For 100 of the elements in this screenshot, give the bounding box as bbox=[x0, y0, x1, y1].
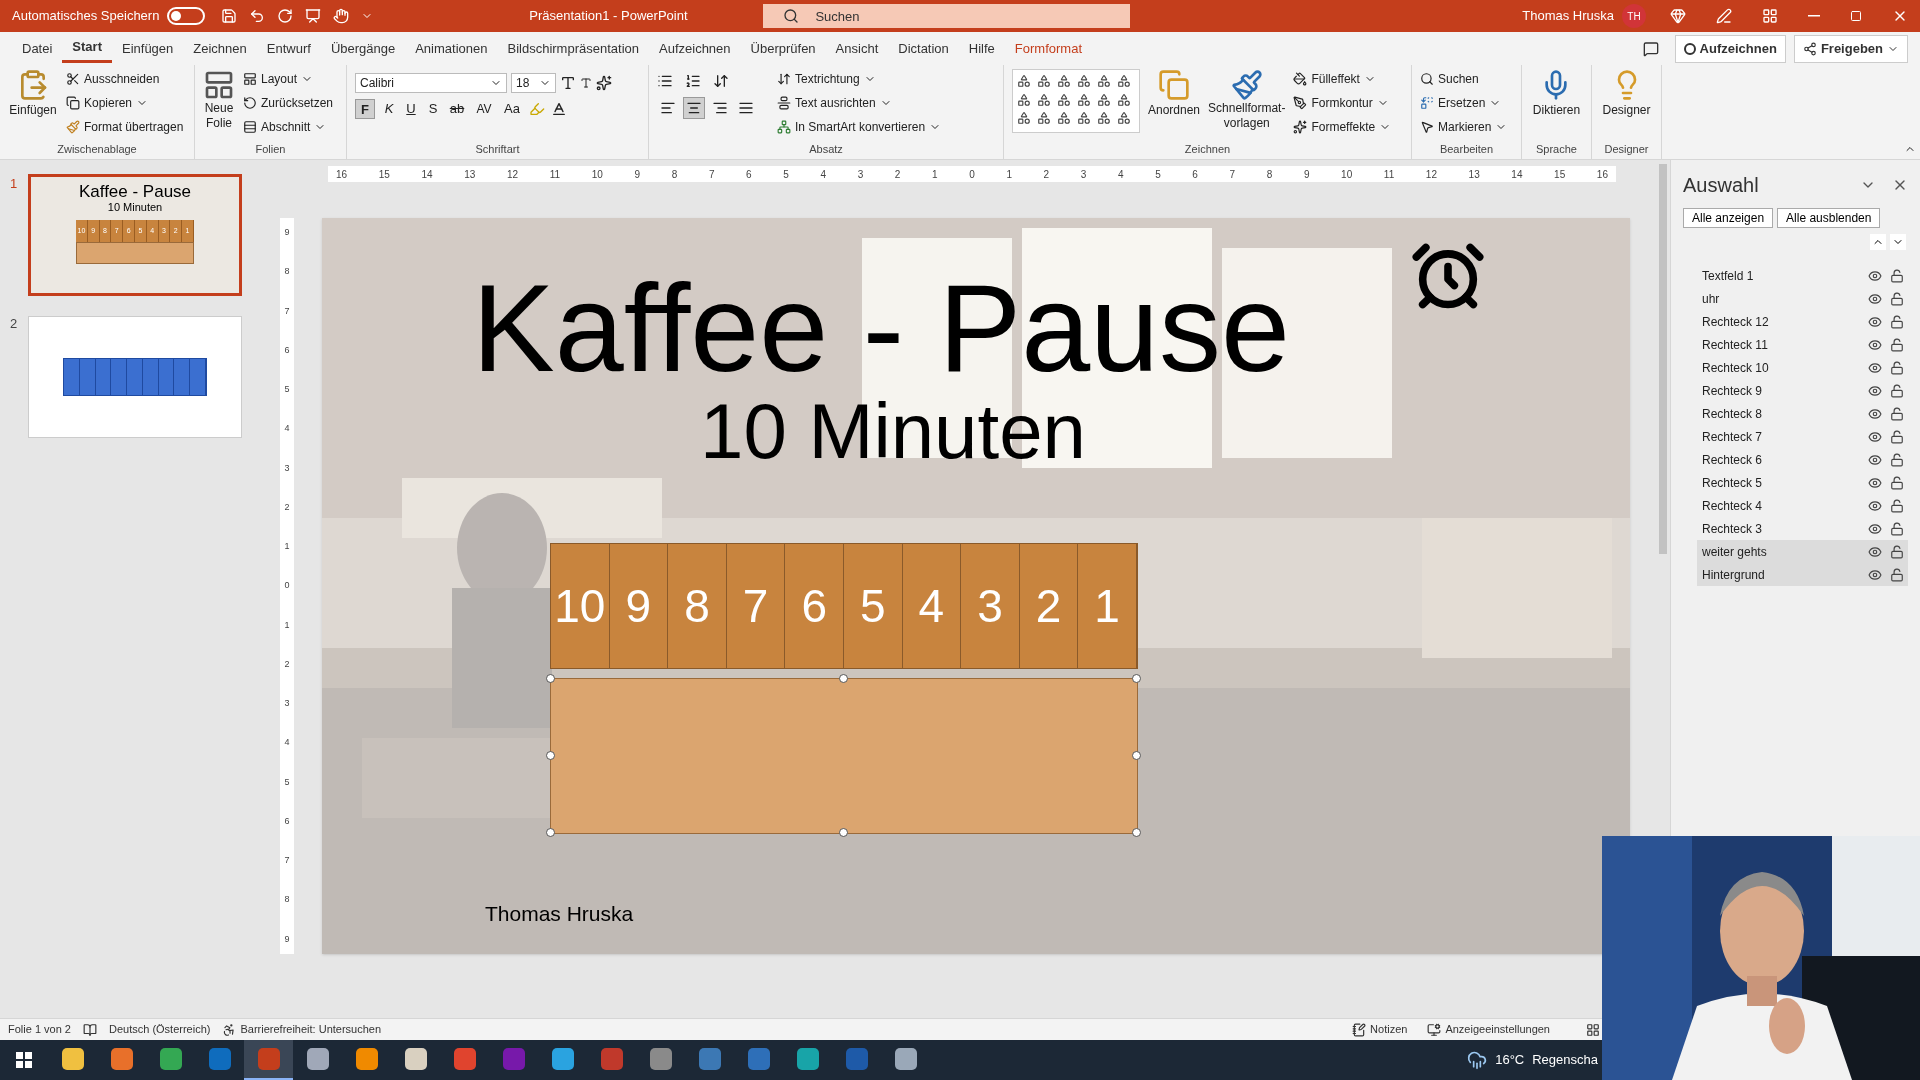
ribbon-button[interactable]: Kopieren bbox=[66, 93, 184, 113]
shape-icon[interactable] bbox=[1057, 74, 1071, 88]
ribbon-button[interactable]: Format übertragen bbox=[66, 117, 184, 137]
shape-icon[interactable] bbox=[1097, 74, 1111, 88]
shape-icon[interactable] bbox=[1077, 111, 1091, 126]
notes-button[interactable]: Notizen bbox=[1352, 1021, 1408, 1038]
ribbon-button[interactable]: Layout bbox=[243, 69, 334, 89]
selection-item[interactable]: Rechteck 7 bbox=[1697, 425, 1908, 448]
selection-item[interactable]: Hintergrund bbox=[1697, 563, 1908, 586]
selection-item[interactable]: Textfeld 1 bbox=[1697, 264, 1908, 287]
slide-thumbnail[interactable] bbox=[28, 316, 242, 438]
shape-icon[interactable] bbox=[1017, 111, 1031, 126]
taskbar-app[interactable] bbox=[244, 1040, 293, 1080]
selection-item[interactable]: uhr bbox=[1697, 287, 1908, 310]
shape-icon[interactable] bbox=[1037, 111, 1051, 126]
ribbon-button[interactable]: Markieren bbox=[1420, 117, 1508, 137]
shape-icon[interactable] bbox=[1037, 92, 1051, 107]
designer-button[interactable]: Designer bbox=[1602, 69, 1651, 119]
dictate-button[interactable]: Diktieren bbox=[1532, 69, 1581, 119]
move-up-button[interactable] bbox=[1870, 234, 1886, 250]
italic-button[interactable]: K bbox=[381, 99, 397, 119]
shape-icon[interactable] bbox=[1117, 111, 1131, 126]
menu-tab[interactable]: Dictation bbox=[888, 34, 959, 63]
ribbon-button[interactable]: Ausschneiden bbox=[66, 69, 184, 89]
spacing-button[interactable]: AV bbox=[473, 100, 495, 118]
menu-tab[interactable]: Zeichnen bbox=[183, 34, 257, 63]
shapes-gallery[interactable] bbox=[1012, 69, 1140, 133]
arrange-button[interactable]: Anordnen bbox=[1148, 69, 1201, 119]
selection-item[interactable]: Rechteck 6 bbox=[1697, 448, 1908, 471]
pane-button[interactable]: Alle ausblenden bbox=[1777, 208, 1881, 228]
ribbon-button[interactable]: In SmartArt konvertieren bbox=[777, 117, 942, 137]
bold-button[interactable]: F bbox=[355, 99, 375, 119]
strikethrough-button[interactable]: ab bbox=[447, 99, 467, 119]
shape-icon[interactable] bbox=[1057, 111, 1071, 126]
underline-button[interactable]: U bbox=[403, 99, 419, 119]
selection-item[interactable]: Rechteck 9 bbox=[1697, 379, 1908, 402]
font-name-field[interactable]: Calibri bbox=[355, 73, 507, 93]
reset-icon bbox=[243, 96, 257, 110]
ribbon-button[interactable]: Textrichtung bbox=[777, 69, 942, 89]
user-avatar[interactable]: TH bbox=[1622, 4, 1646, 28]
eye-icon bbox=[1868, 544, 1882, 559]
selection-item[interactable]: Rechteck 10 bbox=[1697, 356, 1908, 379]
shape-icon[interactable] bbox=[1017, 92, 1031, 107]
group-label: Zeichnen bbox=[1183, 141, 1232, 157]
selection-item[interactable]: Rechteck 3 bbox=[1697, 517, 1908, 540]
ribbon-button[interactable]: Abschnitt bbox=[243, 117, 334, 137]
selection-item[interactable]: Rechteck 5 bbox=[1697, 471, 1908, 494]
ribbon-button[interactable]: Suchen bbox=[1420, 69, 1508, 89]
pane-button[interactable]: Alle anzeigen bbox=[1683, 208, 1774, 228]
ribbon-button[interactable]: Zurücksetzen bbox=[243, 93, 334, 113]
ribbon-button[interactable]: Fülleffekt bbox=[1293, 69, 1392, 89]
menu-tab[interactable]: Einfügen bbox=[112, 34, 184, 63]
selection-item[interactable]: Rechteck 4 bbox=[1697, 494, 1908, 517]
menu-tab[interactable]: Animationen bbox=[405, 34, 498, 63]
ribbon-button[interactable]: Formeffekte bbox=[1293, 117, 1392, 137]
scrollbar-thumb[interactable] bbox=[1659, 164, 1667, 554]
share-button[interactable]: Freigeben bbox=[1793, 34, 1908, 63]
shape-icon[interactable] bbox=[1077, 74, 1091, 88]
shape-icon[interactable] bbox=[1097, 92, 1111, 107]
paste-button[interactable]: Einfügen bbox=[8, 69, 58, 119]
align-button[interactable] bbox=[683, 97, 705, 119]
search-field[interactable]: Suchen bbox=[763, 4, 1131, 28]
selection-item[interactable]: Rechteck 11 bbox=[1697, 333, 1908, 356]
ribbon-button[interactable]: Ersetzen bbox=[1420, 93, 1508, 113]
font-size-field[interactable]: 18 bbox=[511, 73, 556, 93]
new-slide-button[interactable]: Neue Folie bbox=[203, 69, 235, 131]
shape-icon[interactable] bbox=[1037, 74, 1051, 88]
menu-tab[interactable]: Entwurf bbox=[256, 34, 321, 63]
menu-tab[interactable]: Start bbox=[62, 34, 112, 63]
menu-tab[interactable]: Ansicht bbox=[825, 34, 889, 63]
quick-styles-button[interactable]: Schnellformat- vorlagen bbox=[1208, 69, 1286, 131]
ribbon-button[interactable]: Text ausrichten bbox=[777, 93, 942, 113]
shape-icon[interactable] bbox=[1117, 92, 1131, 107]
shape-icon[interactable] bbox=[1077, 92, 1091, 107]
record-button[interactable]: Aufzeichnen bbox=[1674, 34, 1786, 63]
menu-tab[interactable]: Bildschirmpräsentation bbox=[497, 34, 649, 63]
accessibility-button[interactable]: Barrierefreiheit: Untersuchen bbox=[222, 1021, 382, 1038]
move-down-button[interactable] bbox=[1890, 234, 1906, 250]
group-label: Bearbeiten bbox=[1438, 141, 1495, 157]
menu-tab[interactable]: Formformat bbox=[1004, 34, 1092, 63]
menu-tab[interactable]: Übergänge bbox=[320, 34, 406, 63]
selection-item[interactable]: Rechteck 8 bbox=[1697, 402, 1908, 425]
menu-tab[interactable]: Aufzeichnen bbox=[649, 34, 741, 63]
menu-tab[interactable]: Hilfe bbox=[958, 34, 1005, 63]
horizontal-ruler: 16 15 14 13 12 11 10 9 8 7 6 5 4 3 2 1 0 1 2 3 4 5 6 7 8 9 10 11 12 13 14 15 16 bbox=[328, 166, 1616, 182]
ribbon-button[interactable]: Formkontur bbox=[1293, 93, 1392, 113]
selection-item[interactable]: Rechteck 12 bbox=[1697, 310, 1908, 333]
layout-icon bbox=[243, 72, 257, 86]
shape-icon[interactable] bbox=[1017, 74, 1031, 88]
shadow-button[interactable]: S bbox=[425, 99, 441, 119]
shape-icon[interactable] bbox=[1057, 92, 1071, 107]
menu-tab[interactable]: Überprüfen bbox=[740, 34, 826, 63]
menu-tab[interactable]: Datei bbox=[12, 34, 63, 63]
display-settings-button[interactable]: Anzeigeeinstellungen bbox=[1427, 1021, 1550, 1038]
shape-icon[interactable] bbox=[1097, 111, 1111, 126]
case-button[interactable]: Aa bbox=[501, 99, 523, 119]
selection-item[interactable]: weiter gehts bbox=[1697, 540, 1908, 563]
autosave-toggle[interactable] bbox=[167, 7, 206, 25]
redo-icon bbox=[277, 8, 294, 24]
shape-icon[interactable] bbox=[1117, 74, 1131, 88]
